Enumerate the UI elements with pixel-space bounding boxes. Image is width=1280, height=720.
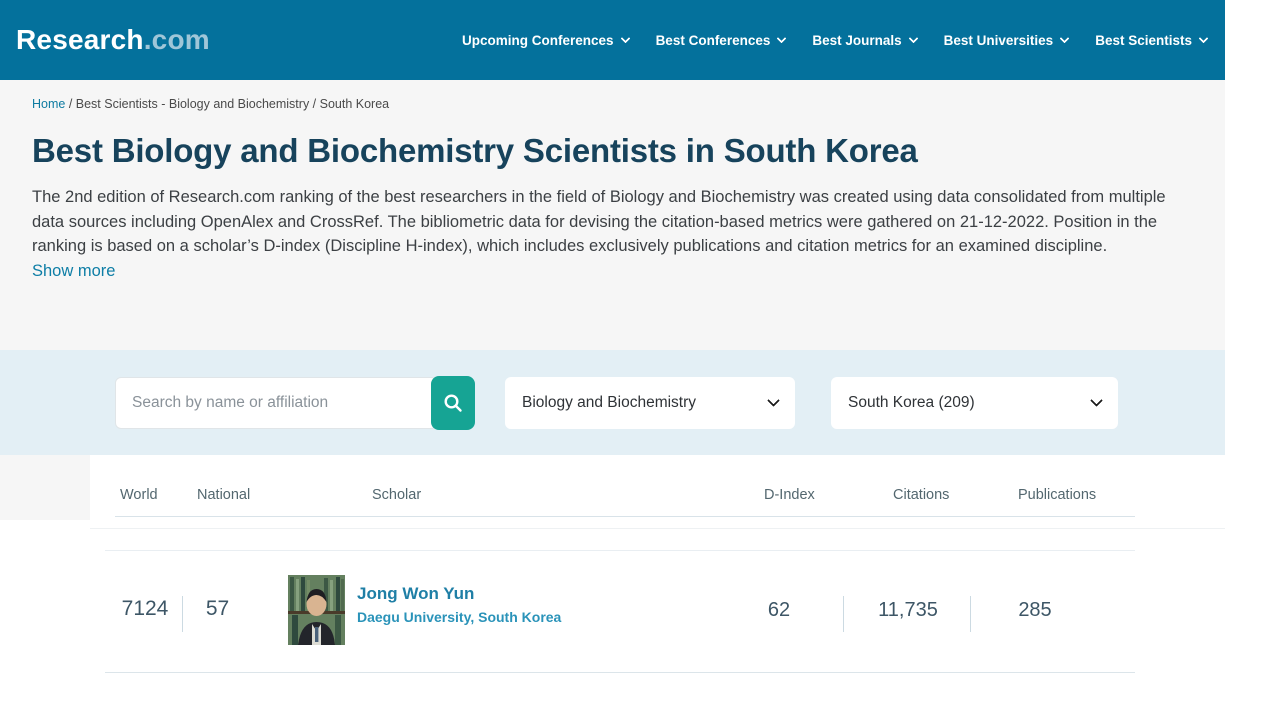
divider (105, 550, 1135, 551)
page-title: Best Biology and Biochemistry Scientists… (32, 132, 1195, 170)
divider (105, 672, 1135, 673)
divider (843, 596, 844, 632)
divider (182, 596, 183, 632)
divider (90, 528, 1225, 529)
nav-links: Upcoming Conferences Best Conferences Be… (462, 33, 1207, 48)
breadcrumb-current: South Korea (320, 97, 390, 111)
breadcrumb-separator: / (65, 97, 75, 111)
scholar-photo[interactable] (288, 575, 345, 645)
world-rank-value: 7124 (112, 597, 178, 621)
breadcrumb-home-link[interactable]: Home (32, 97, 65, 111)
breadcrumb: Home / Best Scientists - Biology and Bio… (32, 97, 1195, 111)
chevron-down-icon (1060, 33, 1070, 43)
search-input[interactable] (115, 377, 437, 429)
page: Research.com Upcoming Conferences Best C… (0, 0, 1280, 720)
scholar-name-link[interactable]: Jong Won Yun (357, 584, 474, 604)
top-navigation: Research.com Upcoming Conferences Best C… (0, 0, 1225, 80)
publications-value: 285 (1000, 599, 1070, 622)
discipline-select[interactable]: Biology and Biochemistry (505, 377, 795, 429)
background-strip (0, 455, 90, 520)
search-group (115, 376, 475, 430)
d-index-value: 62 (750, 599, 808, 622)
chevron-down-icon (908, 33, 918, 43)
chevron-down-icon (1199, 33, 1209, 43)
nav-item-label: Best Scientists (1095, 33, 1192, 48)
nav-item-best-scientists[interactable]: Best Scientists (1095, 33, 1207, 48)
country-selected-value: South Korea (209) (848, 394, 975, 412)
nav-item-best-universities[interactable]: Best Universities (944, 33, 1069, 48)
column-header-national: National (197, 487, 250, 503)
chevron-down-icon (777, 33, 787, 43)
search-icon (442, 392, 464, 414)
column-header-scholar: Scholar (372, 487, 421, 503)
scholar-affiliation: Daegu University, South Korea (357, 609, 561, 625)
nav-item-label: Upcoming Conferences (462, 33, 614, 48)
logo-suffix: .com (144, 24, 210, 55)
country-select[interactable]: South Korea (209) (831, 377, 1118, 429)
chevron-down-icon (767, 394, 780, 407)
discipline-selected-value: Biology and Biochemistry (522, 394, 696, 412)
search-button[interactable] (431, 376, 475, 430)
page-description: The 2nd edition of Research.com ranking … (32, 185, 1167, 259)
column-header-d-index: D-Index (764, 487, 815, 503)
column-header-citations: Citations (893, 487, 949, 503)
breadcrumb-separator: / (309, 97, 319, 111)
column-header-publications: Publications (1018, 487, 1096, 503)
nav-item-upcoming-conferences[interactable]: Upcoming Conferences (462, 33, 629, 48)
show-more-link[interactable]: Show more (32, 262, 115, 281)
nav-item-label: Best Journals (812, 33, 901, 48)
nav-item-label: Best Universities (944, 33, 1054, 48)
nav-item-best-conferences[interactable]: Best Conferences (656, 33, 786, 48)
nav-item-best-journals[interactable]: Best Journals (812, 33, 916, 48)
national-rank-value: 57 (190, 597, 245, 621)
page-header-section: Home / Best Scientists - Biology and Bio… (0, 80, 1225, 350)
filter-bar: Biology and Biochemistry South Korea (20… (0, 350, 1225, 455)
citations-value: 11,735 (863, 599, 953, 622)
chevron-down-icon (620, 33, 630, 43)
divider (970, 596, 971, 632)
column-header-world: World (120, 487, 158, 503)
nav-item-label: Best Conferences (656, 33, 771, 48)
chevron-down-icon (1090, 394, 1103, 407)
logo-main: Research (16, 24, 144, 55)
divider (115, 516, 1135, 517)
logo[interactable]: Research.com (16, 24, 210, 56)
breadcrumb-section: Best Scientists - Biology and Biochemist… (76, 97, 309, 111)
